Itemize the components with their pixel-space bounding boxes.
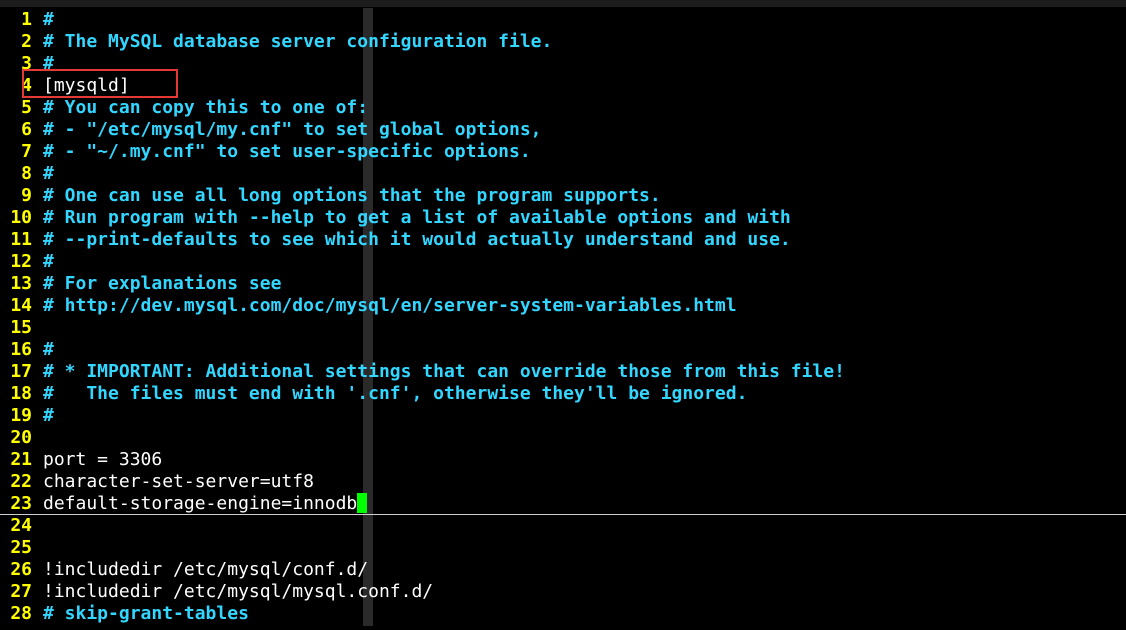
- editor-line[interactable]: 19 #: [0, 405, 845, 427]
- comment-text[interactable]: # For explanations see: [43, 273, 281, 294]
- comment-text[interactable]: # --print-defaults to see which it would…: [43, 229, 791, 250]
- comment-text[interactable]: # The files must end with '.cnf', otherw…: [43, 383, 747, 404]
- line-number: 11: [10, 229, 32, 250]
- line-number: 6: [21, 119, 32, 140]
- editor-line[interactable]: 22 character-set-server=utf8: [0, 471, 845, 493]
- line-number: 14: [10, 295, 32, 316]
- editor-line[interactable]: 15: [0, 317, 845, 339]
- line-number: 1: [21, 9, 32, 30]
- line-number: 9: [21, 185, 32, 206]
- text-cursor: [357, 493, 368, 513]
- comment-text[interactable]: #: [43, 405, 54, 426]
- line-number: 5: [21, 97, 32, 118]
- comment-text[interactable]: #: [43, 9, 54, 30]
- text-editor[interactable]: 1 #2 # The MySQL database server configura…: [0, 0, 1126, 630]
- editor-line[interactable]: 27 !includedir /etc/mysql/mysql.conf.d/: [0, 581, 845, 603]
- editor-line[interactable]: 16 #: [0, 339, 845, 361]
- editor-line[interactable]: 7 # - "~/.my.cnf" to set user-specific op…: [0, 141, 845, 163]
- comment-text[interactable]: # * IMPORTANT: Additional settings that …: [43, 361, 845, 382]
- comment-text[interactable]: # One can use all long options that the …: [43, 185, 661, 206]
- line-number: 23: [10, 493, 32, 514]
- editor-line[interactable]: 24: [0, 515, 845, 537]
- line-number: 12: [10, 251, 32, 272]
- comment-text[interactable]: # The MySQL database server configuratio…: [43, 31, 552, 52]
- line-number: 16: [10, 339, 32, 360]
- config-text[interactable]: character-set-server=utf8: [43, 471, 314, 492]
- config-text[interactable]: !includedir /etc/mysql/conf.d/: [43, 559, 368, 580]
- editor-line[interactable]: 5 # You can copy this to one of:: [0, 97, 845, 119]
- config-text[interactable]: default-storage-engine=innodb: [43, 493, 357, 514]
- editor-line[interactable]: 6 # - "/etc/mysql/my.cnf" to set global o…: [0, 119, 845, 141]
- line-number: 24: [10, 515, 32, 536]
- line-number: 27: [10, 581, 32, 602]
- config-text[interactable]: port = 3306: [43, 449, 162, 470]
- comment-text[interactable]: #: [43, 251, 54, 272]
- editor-line[interactable]: 14 # http://dev.mysql.com/doc/mysql/en/se…: [0, 295, 845, 317]
- line-number: 13: [10, 273, 32, 294]
- line-number: 2: [21, 31, 32, 52]
- editor-line[interactable]: 8 #: [0, 163, 845, 185]
- comment-text[interactable]: # - "/etc/mysql/my.cnf" to set global op…: [43, 119, 542, 140]
- editor-line[interactable]: 11 # --print-defaults to see which it wou…: [0, 229, 845, 251]
- comment-text[interactable]: # - "~/.my.cnf" to set user-specific opt…: [43, 141, 531, 162]
- line-number: 18: [10, 383, 32, 404]
- config-text[interactable]: !includedir /etc/mysql/mysql.conf.d/: [43, 581, 433, 602]
- editor-line[interactable]: 17 # * IMPORTANT: Additional settings tha…: [0, 361, 845, 383]
- editor-line[interactable]: 28 # skip-grant-tables: [0, 603, 845, 625]
- line-number: 22: [10, 471, 32, 492]
- annotation-highlight-box: [22, 69, 178, 98]
- line-number: 19: [10, 405, 32, 426]
- comment-text[interactable]: # skip-grant-tables: [43, 603, 249, 624]
- editor-line[interactable]: 25: [0, 537, 845, 559]
- editor-line[interactable]: 1 #: [0, 9, 845, 31]
- comment-text[interactable]: # Run program with --help to get a list …: [43, 207, 791, 228]
- editor-line[interactable]: 10 # Run program with --help to get a lis…: [0, 207, 845, 229]
- comment-text[interactable]: #: [43, 339, 54, 360]
- line-number: 10: [10, 207, 32, 228]
- line-number: 21: [10, 449, 32, 470]
- line-number: 17: [10, 361, 32, 382]
- line-number: 8: [21, 163, 32, 184]
- editor-line[interactable]: 13 # For explanations see: [0, 273, 845, 295]
- editor-top-bar: [0, 0, 1126, 7]
- editor-line[interactable]: 21 port = 3306: [0, 449, 845, 471]
- line-number: 20: [10, 427, 32, 448]
- line-number: 26: [10, 559, 32, 580]
- comment-text[interactable]: #: [43, 163, 54, 184]
- line-number: 25: [10, 537, 32, 558]
- editor-line[interactable]: 9 # One can use all long options that the…: [0, 185, 845, 207]
- editor-lines: 1 #2 # The MySQL database server configura…: [0, 9, 1126, 625]
- line-number: 28: [10, 603, 32, 624]
- comment-text[interactable]: # You can copy this to one of:: [43, 97, 368, 118]
- editor-line[interactable]: 12 #: [0, 251, 845, 273]
- line-number: 7: [21, 141, 32, 162]
- editor-line[interactable]: 26 !includedir /etc/mysql/conf.d/: [0, 559, 845, 581]
- line-number: 15: [10, 317, 32, 338]
- editor-line[interactable]: 23 default-storage-engine=innodb: [0, 493, 1126, 515]
- editor-line[interactable]: 18 # The files must end with '.cnf', othe…: [0, 383, 845, 405]
- editor-line[interactable]: 20: [0, 427, 845, 449]
- comment-text[interactable]: # http://dev.mysql.com/doc/mysql/en/serv…: [43, 295, 737, 316]
- editor-line[interactable]: 2 # The MySQL database server configurati…: [0, 31, 845, 53]
